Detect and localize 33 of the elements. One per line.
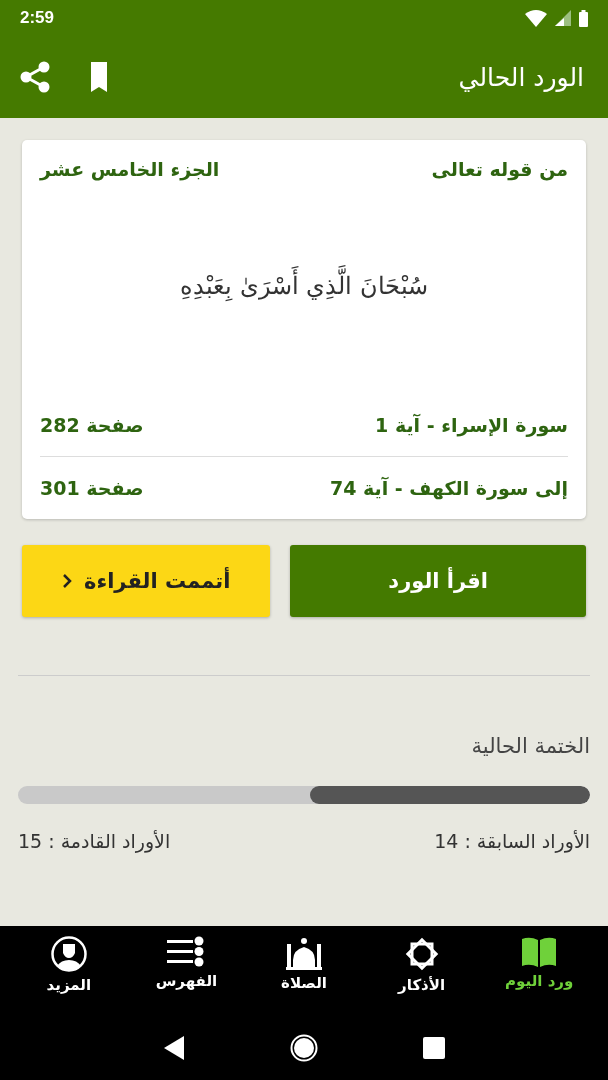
star-outline-icon (403, 936, 440, 972)
profile-icon (50, 936, 87, 972)
surah-range: إلى سورة الكهف - آية 74 (329, 477, 568, 499)
intro-label: من قوله تعالى (431, 158, 568, 180)
previous-count: الأوراد السابقة : 14 (434, 830, 590, 852)
share-icon[interactable] (20, 61, 50, 93)
next-count: الأوراد القادمة : 15 (18, 830, 171, 852)
nav-tab[interactable]: ورد اليوم (489, 936, 590, 1016)
nav-tab[interactable]: الأذكار (371, 936, 472, 1016)
battery-icon (579, 9, 588, 27)
wifi-icon (525, 9, 547, 27)
verse-text: سُبْحَانَ الَّذِي أَسْرَىٰ بِعَبْدِهِ (40, 180, 568, 400)
nav-tab[interactable]: الفهرس (136, 936, 237, 1016)
recents-icon[interactable] (422, 1036, 446, 1060)
nav-tab[interactable]: المزيد (18, 936, 119, 1016)
home-icon[interactable] (290, 1034, 318, 1062)
chevron-icon (62, 573, 72, 589)
status-time: 2:59 (20, 8, 55, 28)
nav-tab[interactable]: الصلاة (254, 936, 354, 1016)
read-button[interactable]: اقرأ الورد (290, 545, 586, 617)
finished-button[interactable]: أتممت القراءة (22, 545, 271, 617)
page-number: صفحة 282 (40, 414, 144, 436)
book-icon (521, 936, 558, 968)
list-icon (167, 936, 206, 968)
page-number: صفحة 301 (40, 477, 144, 499)
surah-range: سورة الإسراء - آية 1 (375, 414, 568, 436)
khatma-title: الختمة الحالية (470, 734, 590, 758)
back-icon[interactable] (162, 1035, 186, 1061)
bookmark-icon[interactable] (90, 61, 108, 93)
mosque-icon (286, 936, 322, 970)
signal-icon (555, 10, 571, 26)
screen-title: الورد الحالي (458, 62, 584, 92)
juz-label: الجزء الخامس عشر (40, 158, 220, 180)
